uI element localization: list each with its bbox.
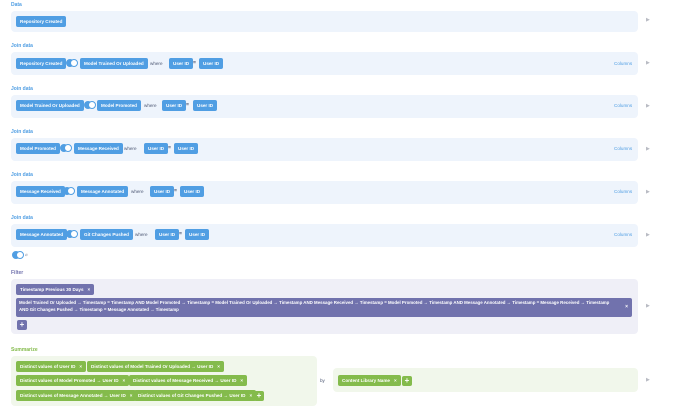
step-arrow-icon[interactable]: ▶: [646, 60, 650, 66]
join-lhs-column[interactable]: User ID: [162, 100, 187, 111]
close-icon[interactable]: ×: [394, 378, 397, 383]
close-icon[interactable]: ×: [240, 378, 243, 383]
add-metric-button[interactable]: +: [254, 391, 264, 401]
join-rhs-column[interactable]: User ID: [199, 58, 224, 69]
close-icon[interactable]: ×: [625, 304, 628, 311]
join-type-icon[interactable]: [66, 59, 78, 67]
metric-chip[interactable]: Distinct values of Message Annotated → U…: [16, 390, 137, 401]
join-section-title: Join data: [11, 215, 33, 221]
data-step-box: [11, 11, 638, 32]
join-left-table[interactable]: Model Trained Or Uploaded: [16, 100, 84, 111]
join-columns-link[interactable]: Columns: [614, 232, 632, 237]
metric-label: Distinct values of User ID: [20, 364, 76, 369]
join-columns-link[interactable]: Columns: [614, 61, 632, 66]
join-where-label: where: [124, 146, 137, 151]
summarize-by-label: by: [320, 378, 325, 383]
join-lhs-column[interactable]: User ID: [155, 229, 180, 240]
join-rhs-column[interactable]: User ID: [193, 100, 218, 111]
join-section-title: Join data: [11, 129, 33, 135]
filter-expression-label: Model Trained Or Uploaded → Timestamp = …: [19, 300, 610, 312]
join-type-icon[interactable]: [66, 230, 78, 238]
data-section-title: Data: [11, 2, 22, 8]
join-left-table[interactable]: Message Annotated: [16, 229, 68, 240]
join-type-icon[interactable]: [60, 144, 72, 152]
join-left-table[interactable]: Repository Created: [16, 58, 67, 69]
join-operator: =: [174, 188, 177, 194]
join-rhs-column[interactable]: User ID: [174, 143, 199, 154]
extra-step-icon[interactable]: ⌀: [25, 252, 28, 258]
filter-chip-label: Timestamp Previous 30 Days: [20, 287, 84, 292]
step-arrow-icon[interactable]: ▶: [646, 17, 650, 23]
join-columns-link[interactable]: Columns: [614, 146, 632, 151]
join-columns-link[interactable]: Columns: [614, 189, 632, 194]
close-icon[interactable]: ×: [123, 378, 126, 383]
join-operator: =: [193, 60, 196, 66]
join-section-title: Join data: [11, 43, 33, 49]
close-icon[interactable]: ×: [88, 287, 91, 292]
join-columns-link[interactable]: Columns: [614, 103, 632, 108]
step-arrow-icon[interactable]: ▶: [646, 146, 650, 152]
add-group-button[interactable]: +: [402, 376, 412, 386]
step-arrow-icon[interactable]: ▶: [646, 103, 650, 109]
add-filter-button[interactable]: +: [17, 320, 27, 330]
join-where-label: where: [144, 103, 157, 108]
data-source-pill[interactable]: Repository Created: [16, 16, 67, 27]
metric-label: Distinct values of Model Trained Or Uplo…: [91, 364, 214, 369]
metric-label: Distinct values of Model Promoted → User…: [20, 378, 119, 383]
close-icon[interactable]: ×: [79, 364, 82, 369]
close-icon[interactable]: ×: [249, 393, 252, 398]
join-left-table[interactable]: Message Received: [16, 186, 65, 197]
filter-expression-chip[interactable]: Model Trained Or Uploaded → Timestamp = …: [16, 298, 632, 317]
close-icon[interactable]: ×: [130, 393, 133, 398]
metric-chip[interactable]: Distinct values of User ID ×: [16, 361, 87, 372]
group-by-chip[interactable]: Content Library Name ×: [338, 375, 401, 386]
metric-chip[interactable]: Distinct values of Message Received → Us…: [129, 375, 248, 386]
join-operator: =: [186, 102, 189, 108]
join-right-table[interactable]: Model Trained Or Uploaded: [80, 58, 148, 69]
join-lhs-column[interactable]: User ID: [144, 143, 169, 154]
join-lhs-column[interactable]: User ID: [169, 58, 194, 69]
toggle-icon[interactable]: [12, 251, 24, 259]
join-right-table[interactable]: Message Annotated: [77, 186, 129, 197]
join-operator: =: [168, 145, 171, 151]
join-section-title: Join data: [11, 172, 33, 178]
join-operator: =: [179, 231, 182, 237]
join-type-icon[interactable]: [84, 101, 96, 109]
step-arrow-icon[interactable]: ▶: [646, 189, 650, 195]
group-by-label: Content Library Name: [342, 378, 390, 383]
join-rhs-column[interactable]: User ID: [180, 186, 205, 197]
metric-label: Distinct values of Git Changes Pushed → …: [138, 393, 246, 398]
metric-chip[interactable]: Distinct values of Model Promoted → User…: [16, 375, 130, 386]
step-arrow-icon[interactable]: ▶: [646, 232, 650, 238]
join-right-table[interactable]: Message Received: [74, 143, 123, 154]
join-where-label: where: [131, 189, 144, 194]
metric-label: Distinct values of Message Annotated → U…: [20, 393, 126, 398]
join-rhs-column[interactable]: User ID: [185, 229, 210, 240]
join-left-table[interactable]: Model Promoted: [16, 143, 60, 154]
join-type-icon[interactable]: [63, 187, 75, 195]
close-icon[interactable]: ×: [217, 364, 220, 369]
metric-label: Distinct values of Message Received → Us…: [133, 378, 237, 383]
filter-section-title: Filter: [11, 270, 24, 276]
step-arrow-icon[interactable]: ▶: [646, 377, 650, 383]
join-right-table[interactable]: Model Promoted: [97, 100, 141, 111]
join-where-label: where: [135, 232, 148, 237]
filter-chip[interactable]: Timestamp Previous 30 Days ×: [16, 284, 95, 295]
metric-chip[interactable]: Distinct values of Git Changes Pushed → …: [134, 390, 257, 401]
join-where-label: where: [150, 61, 163, 66]
join-right-table[interactable]: Git Changes Pushed: [80, 229, 133, 240]
join-section-title: Join data: [11, 86, 33, 92]
metric-chip[interactable]: Distinct values of Model Trained Or Uplo…: [87, 361, 224, 372]
join-lhs-column[interactable]: User ID: [150, 186, 175, 197]
summarize-section-title: Summarize: [11, 347, 38, 353]
step-arrow-icon[interactable]: ▶: [646, 303, 650, 309]
